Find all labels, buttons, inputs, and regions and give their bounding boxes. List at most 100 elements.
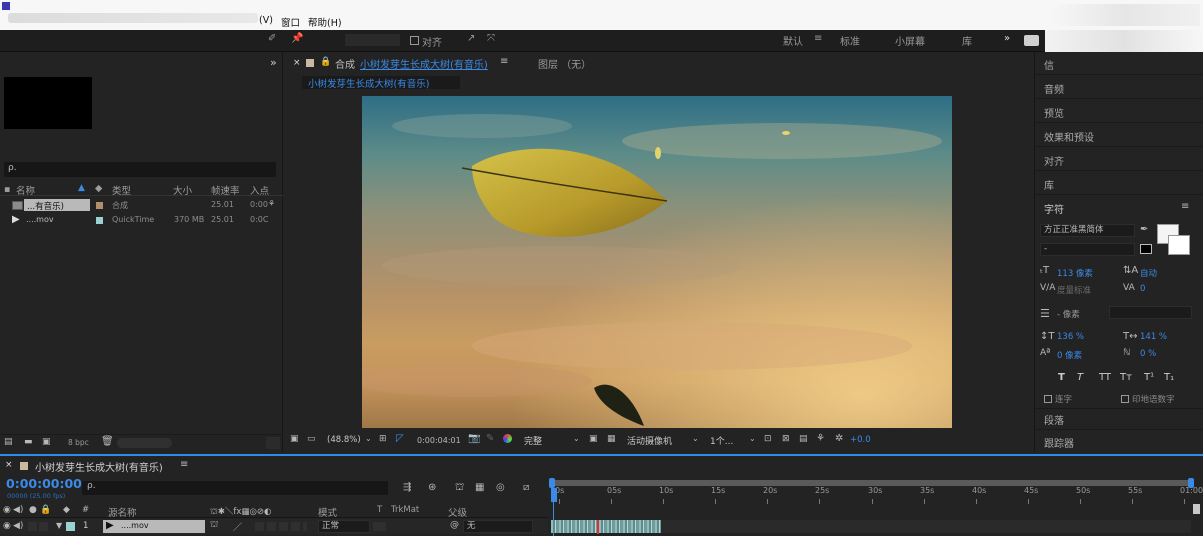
panel-preview[interactable]: 预览: [1044, 105, 1064, 120]
region-of-interest-icon[interactable]: ▣: [589, 434, 598, 444]
tracking-value[interactable]: 0: [1140, 284, 1145, 294]
layer-viewer-tab[interactable]: 图层 （无）: [538, 56, 591, 71]
resolution-dropdown[interactable]: 完整: [524, 434, 542, 447]
ligature-checkbox[interactable]: [1044, 395, 1052, 403]
subscript-button[interactable]: T₁: [1164, 372, 1174, 383]
project-row[interactable]: ...有音乐) 合成 25.01 0:00 ⚘: [0, 199, 283, 212]
audio-on-icon[interactable]: ◀): [13, 521, 23, 531]
character-menu[interactable]: ≡: [1181, 201, 1189, 212]
stroke-color-swatch[interactable]: [1168, 235, 1190, 255]
snap-edges-icon[interactable]: ↗: [467, 33, 475, 44]
flowchart-icon[interactable]: ⚘: [816, 433, 825, 444]
shy-layers-icon[interactable]: ⛫: [455, 482, 464, 495]
workspace-library[interactable]: 库: [962, 33, 972, 48]
panel-info[interactable]: 信: [1044, 57, 1054, 72]
video-toggle-icon[interactable]: ◉: [3, 505, 11, 515]
panel-collapse-button[interactable]: »: [270, 56, 277, 69]
horizontal-scale-value[interactable]: 141 %: [1140, 332, 1167, 342]
panel-audio[interactable]: 音频: [1044, 81, 1064, 96]
thumbnail-slider[interactable]: [117, 438, 172, 448]
eyedropper-icon[interactable]: ✒: [1140, 224, 1148, 235]
mode-column[interactable]: 模式: [318, 505, 337, 519]
layer-label-color[interactable]: [66, 522, 75, 531]
stroke-width-value[interactable]: - 像素: [1057, 308, 1080, 320]
exposure-icon[interactable]: ✲: [835, 433, 843, 444]
font-family-dropdown[interactable]: 方正正准黑简体: [1040, 224, 1135, 237]
exposure-value[interactable]: +0.0: [850, 435, 871, 445]
composition-end-marker[interactable]: [1193, 504, 1200, 514]
solo-box[interactable]: [28, 522, 37, 531]
show-snapshot-icon[interactable]: ✎: [486, 433, 494, 444]
always-preview-icon[interactable]: ▣: [290, 434, 299, 444]
current-time[interactable]: 0:00:04:01: [417, 436, 461, 445]
panel-tracker[interactable]: 跟踪器: [1044, 435, 1074, 450]
solo-icon[interactable]: ●: [29, 505, 37, 515]
motion-blur-icon[interactable]: ◎: [496, 482, 505, 493]
parent-pickwhip-icon[interactable]: @: [450, 520, 459, 530]
workspace-standard[interactable]: 标准: [840, 33, 860, 48]
workspace-small-screen[interactable]: 小屏幕: [895, 33, 925, 48]
snapshot-camera-icon[interactable]: 📷: [468, 433, 480, 444]
baseline-shift-value[interactable]: 0 像素: [1057, 349, 1082, 361]
superscript-button[interactable]: T¹: [1144, 372, 1154, 383]
layer-name[interactable]: ....mov: [121, 521, 149, 530]
workspace-default[interactable]: 默认: [783, 33, 803, 48]
menu-help[interactable]: 帮助(H): [308, 15, 342, 29]
draft-3d-icon[interactable]: ⊛: [428, 482, 436, 493]
timeline-close-icon[interactable]: ×: [5, 460, 13, 470]
workspace-more[interactable]: »: [1004, 33, 1010, 44]
timeline-tab-menu[interactable]: ≡: [180, 459, 188, 470]
new-composition-icon[interactable]: ▣: [42, 437, 51, 447]
stroke-type-dropdown[interactable]: [1109, 306, 1192, 319]
layer-row[interactable]: ◉ ◀) ▼ 1 ▶ ....mov ⛫ ／ 正常 @ 无: [0, 519, 548, 534]
trkmat-box[interactable]: [373, 522, 386, 531]
playhead-marker[interactable]: [551, 488, 557, 502]
quality-switch-icon[interactable]: ／: [233, 520, 242, 533]
timeline-icon[interactable]: ▤: [799, 434, 808, 444]
timeline-search-input[interactable]: ρ.: [82, 481, 388, 495]
tsume-value[interactable]: 0 %: [1140, 349, 1156, 359]
shy-switch-icon[interactable]: ⛫: [210, 520, 218, 531]
grid-icon[interactable]: ⊞: [379, 434, 387, 444]
video-visible-icon[interactable]: ◉: [3, 521, 11, 531]
small-caps-button[interactable]: Tт: [1120, 372, 1132, 383]
views-dropdown[interactable]: 1个...: [710, 434, 733, 447]
expand-layer-icon[interactable]: ▼: [56, 521, 62, 530]
comp-tab-prefix[interactable]: 合成: [335, 56, 355, 71]
menu-view[interactable]: (V): [259, 15, 273, 26]
project-search-input[interactable]: ρ.: [4, 162, 276, 177]
color-channel-icon[interactable]: [503, 434, 512, 443]
mask-visibility-icon[interactable]: ◸: [396, 433, 404, 444]
panel-close-icon[interactable]: ×: [293, 58, 301, 68]
parent-column[interactable]: 父级: [448, 505, 467, 519]
leading-value[interactable]: 自动: [1140, 267, 1157, 279]
roto-brush-icon[interactable]: ✐: [268, 33, 276, 44]
panel-libraries[interactable]: 库: [1044, 177, 1054, 192]
faux-bold-button[interactable]: T: [1058, 372, 1065, 383]
menu-window[interactable]: 窗口: [281, 15, 300, 29]
toggle-pixel-aspect-icon[interactable]: ⊡: [764, 434, 772, 444]
kerning-value[interactable]: 度量标准: [1057, 284, 1091, 296]
comp-flowchart-icon[interactable]: ⇶: [403, 482, 411, 493]
timeline-timecode[interactable]: 0:00:00:00: [6, 476, 82, 491]
puppet-pin-icon[interactable]: 📌: [291, 33, 303, 44]
fast-previews-icon[interactable]: ⊠: [782, 434, 790, 444]
layer-duration-bar[interactable]: [551, 520, 661, 533]
all-caps-button[interactable]: TT: [1099, 372, 1111, 383]
workspace-menu-icon[interactable]: ≡: [814, 33, 822, 44]
audio-toggle-icon[interactable]: ◀): [13, 505, 23, 515]
hindi-digits-checkbox[interactable]: [1121, 395, 1129, 403]
column-name[interactable]: 名称: [16, 183, 35, 197]
composition-viewer[interactable]: [362, 96, 952, 428]
comp-tab-menu[interactable]: ≡: [500, 56, 508, 67]
timeline-tab-name[interactable]: 小树发芽生长成大树(有音乐): [35, 459, 163, 474]
panel-effects[interactable]: 效果和预设: [1044, 129, 1094, 144]
snap-checkbox[interactable]: [410, 36, 419, 45]
monitor-icon[interactable]: ▭: [307, 434, 316, 444]
interpret-footage-icon[interactable]: ▤: [4, 437, 13, 447]
panel-align[interactable]: 对齐: [1044, 153, 1064, 168]
layer-parent-dropdown[interactable]: 无: [463, 520, 533, 533]
search-help-icon[interactable]: [1024, 35, 1039, 46]
camera-dropdown[interactable]: 活动摄像机: [627, 434, 672, 447]
comp-breadcrumb[interactable]: 小树发芽生长成大树(有音乐): [302, 76, 460, 90]
